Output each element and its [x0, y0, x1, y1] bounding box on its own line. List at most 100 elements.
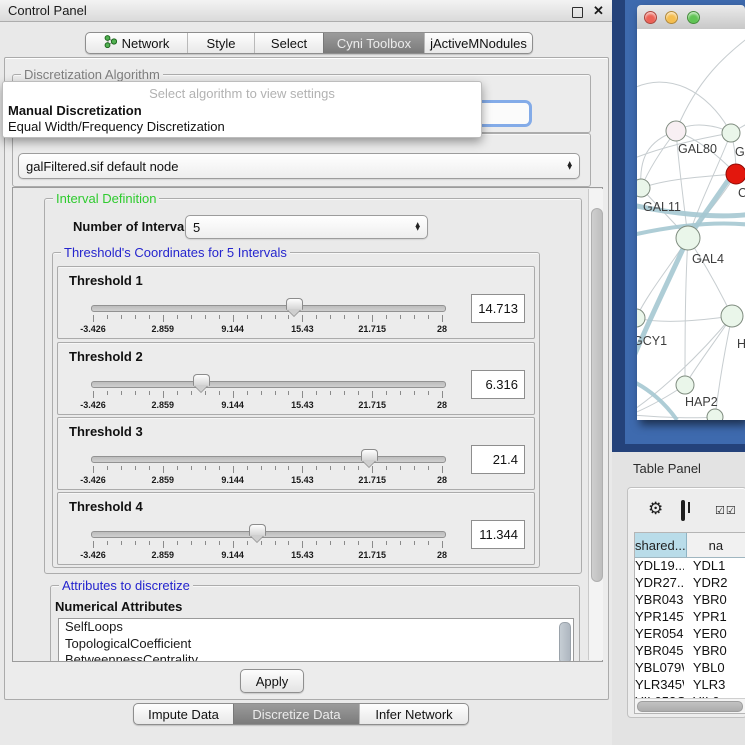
float-icon[interactable] — [572, 6, 583, 21]
network-node-hap2[interactable] — [676, 376, 694, 394]
cell-name[interactable]: YDR2 — [684, 575, 745, 592]
mac-close-button[interactable] — [644, 11, 657, 24]
control-panel-titlebar: Control Panel ✕ — [0, 0, 612, 22]
network-node-gal80[interactable] — [666, 121, 686, 141]
network-node-label: GAL80 — [678, 142, 717, 156]
cell-name[interactable]: YDL1 — [684, 558, 745, 575]
table-row[interactable]: YBR043CYBR0 — [635, 592, 745, 609]
slider-tick — [163, 391, 164, 398]
slider-tick — [316, 466, 317, 470]
attributes-list-scrollbar-thumb[interactable] — [559, 622, 571, 661]
cell-shared-name[interactable]: YER054C — [635, 626, 684, 643]
tab-jactivemnodules[interactable]: jActiveMNodules — [424, 33, 532, 53]
apply-button[interactable]: Apply — [240, 669, 304, 693]
table-data-combobox[interactable]: galFiltered.sif default node ▲▼ — [18, 153, 580, 179]
slider-tick — [233, 466, 234, 473]
cell-name[interactable]: YER0 — [684, 626, 745, 643]
slider-tick — [191, 541, 192, 545]
table-row[interactable]: YER054CYER0 — [635, 626, 745, 643]
table-row[interactable]: YLR345WYLR3 — [635, 677, 745, 694]
threshold-value-field[interactable]: 21.4 — [471, 445, 525, 474]
column-header-name[interactable]: na — [687, 533, 745, 557]
table-row[interactable]: YDR27...YDR2 — [635, 575, 745, 592]
tab-cyni-toolbox[interactable]: Cyni Toolbox — [323, 33, 424, 53]
table-hscrollbar-track[interactable] — [635, 698, 745, 713]
threshold-value-field[interactable]: 11.344 — [471, 520, 525, 549]
slider-tick — [191, 391, 192, 395]
cell-shared-name[interactable]: YDL19... — [635, 558, 684, 575]
slider-tick — [149, 466, 150, 470]
threshold-slider-track[interactable] — [91, 531, 446, 538]
attribute-item-selfloops[interactable]: SelfLoops — [59, 619, 573, 636]
tab-select[interactable]: Select — [254, 33, 323, 53]
table-row[interactable]: YPR145WYPR1 — [635, 609, 745, 626]
cell-name[interactable]: YBR0 — [684, 592, 745, 609]
network-node-h[interactable] — [721, 305, 743, 327]
gear-icon[interactable]: ⚙ — [648, 501, 663, 518]
attribute-item-topologicalcoefficient[interactable]: TopologicalCoefficient — [59, 636, 573, 653]
threshold-slider-thumb[interactable] — [286, 298, 303, 310]
threshold-slider-track[interactable] — [91, 305, 446, 312]
column-header-shared-name[interactable]: shared... — [635, 533, 687, 557]
cell-shared-name[interactable]: YLR345W — [635, 677, 684, 694]
cell-name[interactable]: YBL0 — [684, 660, 745, 677]
network-canvas[interactable]: GAL80GACGAL11GAL4GCY1HHAP2 — [637, 29, 745, 420]
cell-shared-name[interactable]: YDR27... — [635, 575, 684, 592]
attribute-item-betweennesscentrality[interactable]: BetweennessCentrality — [59, 652, 573, 661]
slider-tick — [121, 391, 122, 395]
cell-shared-name[interactable]: YPR145W — [635, 609, 684, 626]
mac-zoom-button[interactable] — [687, 11, 700, 24]
network-node[interactable] — [707, 409, 723, 420]
cell-name[interactable]: YPR1 — [684, 609, 745, 626]
select-columns-icon[interactable]: ☑☑ — [715, 504, 737, 517]
slider-tick-label: 15.43 — [291, 324, 314, 334]
cell-shared-name[interactable]: YBR043C — [635, 592, 684, 609]
threshold-slider-thumb[interactable] — [249, 524, 266, 536]
threshold-slider-track[interactable] — [91, 456, 446, 463]
table-row[interactable]: YBR045CYBR0 — [635, 643, 745, 660]
network-node-label: GAL11 — [643, 200, 681, 214]
split-columns-icon[interactable] — [681, 500, 685, 521]
combo-stepper-icon: ▲▼ — [567, 162, 572, 171]
cell-shared-name[interactable]: YBR045C — [635, 643, 684, 660]
settings-vscrollbar-track[interactable] — [588, 189, 603, 660]
numerical-attributes-list[interactable]: SelfLoopsTopologicalCoefficientBetweenne… — [58, 618, 574, 661]
tab-infer-network[interactable]: Infer Network — [359, 704, 468, 724]
dropdown-option-manual-discretization[interactable]: Manual Discretization — [3, 103, 481, 119]
close-icon[interactable]: ✕ — [593, 3, 604, 19]
slider-tick — [288, 391, 289, 395]
tab-style[interactable]: Style — [187, 33, 254, 53]
network-window-titlebar[interactable] — [637, 5, 745, 30]
threshold-value-field[interactable]: 14.713 — [471, 294, 525, 323]
network-node-gal11[interactable] — [637, 179, 650, 197]
slider-tick-label: 28 — [437, 550, 447, 560]
tab-impute-data[interactable]: Impute Data — [134, 704, 233, 724]
threshold-slider-thumb[interactable] — [193, 374, 210, 386]
number-of-intervals-combobox[interactable]: 5 ▲▼ — [185, 215, 428, 239]
network-node-gal4[interactable] — [676, 226, 700, 250]
table-row[interactable]: YBL079WYBL0 — [635, 660, 745, 677]
cell-name[interactable]: YBR0 — [684, 643, 745, 660]
network-node-label: H — [737, 337, 745, 351]
cell-name[interactable]: YLR3 — [684, 677, 745, 694]
threshold-slider-track[interactable] — [91, 381, 446, 388]
settings-vscrollbar-thumb[interactable] — [591, 208, 603, 582]
slider-tick — [177, 541, 178, 545]
threshold-slider-thumb[interactable] — [361, 449, 378, 461]
cell-shared-name[interactable]: YBL079W — [635, 660, 684, 677]
slider-tick — [177, 391, 178, 395]
table-hscrollbar-thumb[interactable] — [637, 701, 743, 712]
mac-minimize-button[interactable] — [665, 11, 678, 24]
network-node-c[interactable] — [726, 164, 745, 184]
slider-tick — [247, 466, 248, 470]
tab-network[interactable]: Network — [86, 33, 187, 53]
table-row[interactable]: YDL19...YDL1 — [635, 558, 745, 575]
network-node-gcy1[interactable] — [637, 309, 645, 327]
threshold-value-field[interactable]: 6.316 — [471, 370, 525, 399]
slider-tick — [386, 315, 387, 319]
dropdown-option-equal-width-frequency-discretization[interactable]: Equal Width/Frequency Discretization — [3, 119, 481, 135]
slider-tick — [386, 466, 387, 470]
tab-discretize-data[interactable]: Discretize Data — [233, 704, 359, 724]
network-node-ga[interactable] — [722, 124, 740, 142]
slider-tick — [414, 541, 415, 545]
